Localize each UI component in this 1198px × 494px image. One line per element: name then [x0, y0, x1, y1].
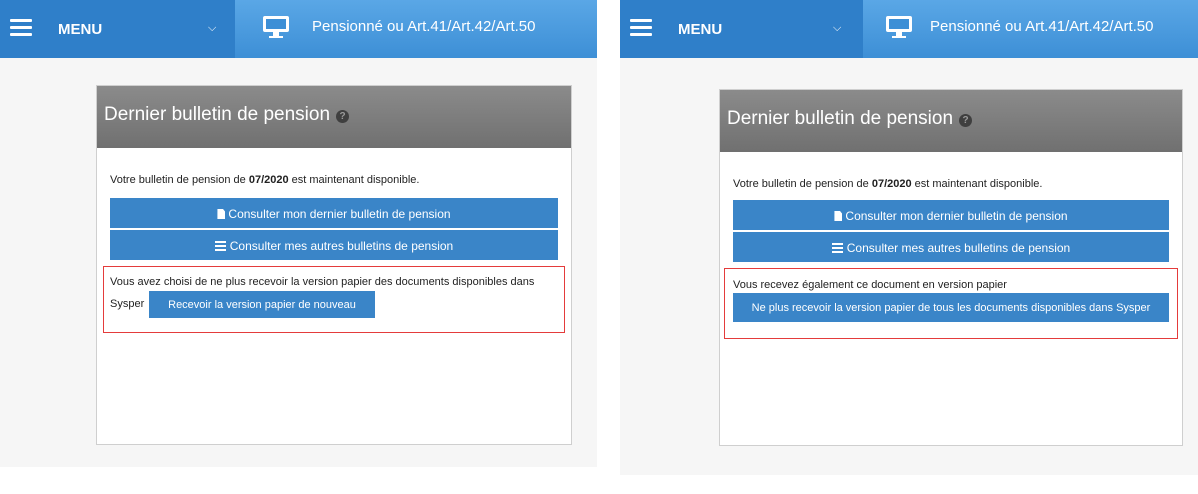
top-navbar: MENU ⌵ Pensionné ou Art.41/Art.42/Art.50	[0, 0, 597, 58]
bulletin-date: 07/2020	[248, 174, 289, 186]
pension-card: Dernier bulletin de pension? Votre bulle…	[719, 89, 1183, 446]
monitor-icon	[886, 16, 912, 38]
context-title[interactable]: Pensionné ou Art.41/Art.42/Art.50	[930, 18, 1153, 35]
card-title: Dernier bulletin de pension	[104, 104, 331, 125]
menu-label[interactable]: MENU	[678, 21, 722, 38]
chevron-down-icon[interactable]: ⌵	[208, 22, 216, 35]
chevron-down-icon[interactable]: ⌵	[833, 22, 841, 35]
paper-notice-continued: Sysper	[110, 298, 145, 310]
screenshot-right: MENU ⌵ Pensionné ou Art.41/Art.42/Art.50…	[620, 0, 1198, 475]
menu-dropdown[interactable]: MENU ⌵	[0, 0, 235, 58]
hamburger-icon[interactable]	[630, 19, 652, 36]
menu-label[interactable]: MENU	[58, 21, 102, 38]
card-title: Dernier bulletin de pension	[727, 108, 954, 129]
monitor-icon	[263, 16, 289, 38]
receive-paper-again-button[interactable]: Recevoir la version papier de nouveau	[149, 291, 375, 318]
question-circle-icon[interactable]: ?	[959, 114, 973, 127]
pension-card: Dernier bulletin de pension? Votre bulle…	[96, 85, 572, 445]
bulletin-date: 07/2020	[871, 178, 912, 190]
view-last-bulletin-button[interactable]: Consulter mon dernier bulletin de pensio…	[110, 198, 558, 228]
card-header: Dernier bulletin de pension?	[720, 90, 1182, 152]
availability-text: Votre bulletin de pension de 07/2020 est…	[733, 178, 1043, 190]
menu-dropdown[interactable]: MENU ⌵	[620, 0, 863, 58]
view-last-bulletin-button[interactable]: Consulter mon dernier bulletin de pensio…	[733, 200, 1169, 230]
file-icon	[834, 211, 843, 221]
file-icon	[217, 209, 226, 219]
paper-notice: Vous recevez également ce document en ve…	[733, 279, 1007, 291]
question-circle-icon[interactable]: ?	[336, 110, 350, 123]
view-other-bulletins-button[interactable]: Consulter mes autres bulletins de pensio…	[733, 232, 1169, 262]
top-navbar: MENU ⌵ Pensionné ou Art.41/Art.42/Art.50	[620, 0, 1198, 58]
list-icon	[831, 243, 843, 253]
stop-paper-version-button[interactable]: Ne plus recevoir la version papier de to…	[733, 293, 1169, 322]
card-header: Dernier bulletin de pension?	[97, 86, 571, 148]
screenshot-left: MENU ⌵ Pensionné ou Art.41/Art.42/Art.50…	[0, 0, 597, 467]
view-other-bulletins-button[interactable]: Consulter mes autres bulletins de pensio…	[110, 230, 558, 260]
paper-notice: Vous avez choisi de ne plus recevoir la …	[110, 276, 535, 288]
context-title[interactable]: Pensionné ou Art.41/Art.42/Art.50	[312, 18, 535, 35]
hamburger-icon[interactable]	[10, 19, 32, 36]
list-icon	[214, 241, 226, 251]
availability-text: Votre bulletin de pension de 07/2020 est…	[110, 174, 420, 186]
